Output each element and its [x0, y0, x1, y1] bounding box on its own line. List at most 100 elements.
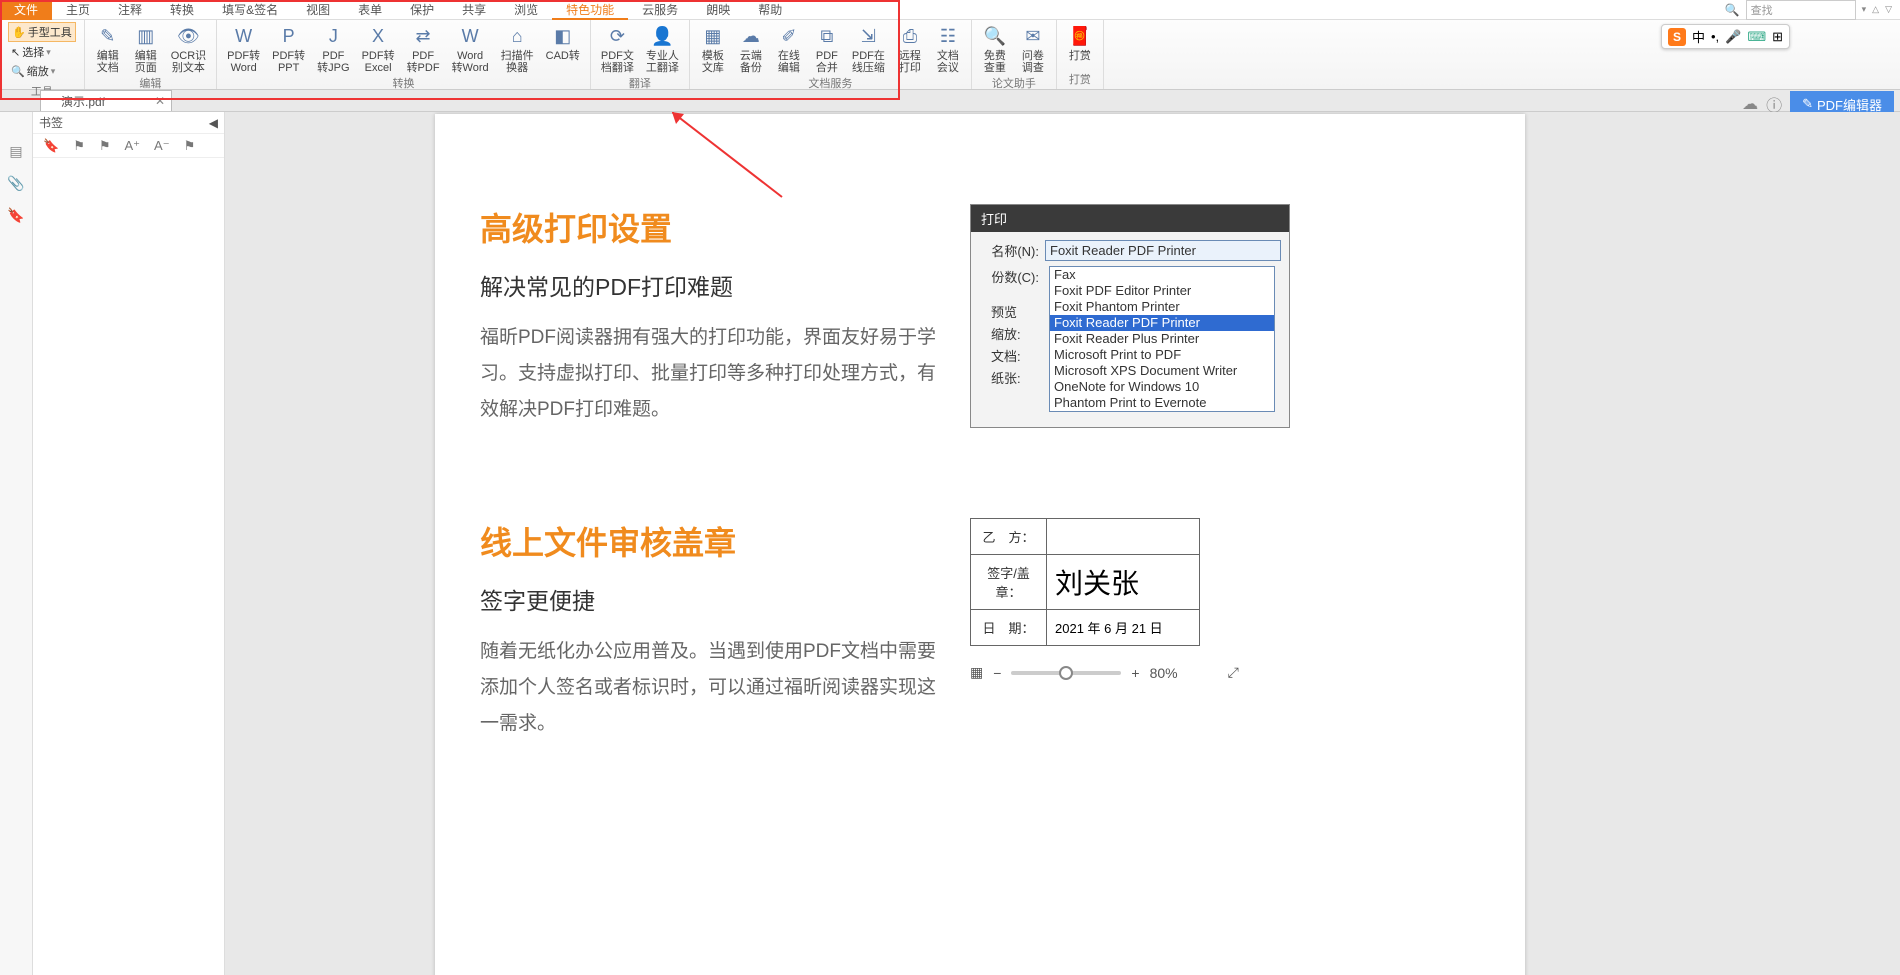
document-tab[interactable]: 演示.pdf ✕ — [40, 90, 172, 111]
zoom-tool[interactable]: 🔍缩放▾ — [8, 62, 76, 80]
ribbon-btn[interactable]: XPDF转 Excel — [356, 20, 401, 74]
search-input[interactable]: 查找 — [1746, 0, 1856, 20]
ime-lang[interactable]: 中 — [1692, 27, 1705, 46]
bm-textdown-icon[interactable]: A⁻ — [154, 138, 170, 154]
attachment-icon[interactable]: 📎 — [7, 174, 25, 192]
printer-option[interactable]: Fax — [1050, 267, 1274, 283]
ime-settings-icon[interactable]: ⊞ — [1772, 29, 1783, 45]
ribbon-btn[interactable]: ⇄PDF 转PDF — [401, 20, 446, 74]
printer-option[interactable]: Foxit Reader Plus Printer — [1050, 331, 1274, 347]
ribbon-btn[interactable]: ▥编辑 页面 — [127, 20, 165, 74]
print-dialog: 打印 名称(N): Foxit Reader PDF Printer 份数(C)… — [970, 204, 1290, 428]
printer-option[interactable]: Microsoft XPS Document Writer — [1050, 363, 1274, 379]
ribbon-btn[interactable]: ☷文档 会议 — [929, 20, 967, 74]
canvas[interactable]: 高级打印设置 解决常见的PDF打印难题 福昕PDF阅读器拥有强大的打印功能，界面… — [225, 112, 1900, 975]
ribbon-btn-icon: 👁 — [175, 23, 201, 49]
printer-dropdown-list[interactable]: FaxFoxit PDF Editor PrinterFoxit Phantom… — [1049, 266, 1275, 412]
bookmark-rail-icon[interactable]: 🔖 — [7, 206, 25, 224]
zoom-grid-icon[interactable]: ▦ — [970, 664, 983, 681]
ime-toolbar[interactable]: S 中 •, 🎤 ⌨ ⊞ — [1661, 24, 1790, 49]
hand-tool[interactable]: ✋手型工具 — [8, 22, 76, 42]
bookmarks-panel: 书签 ◀ 🔖 ⚑ ⚑ A⁺ A⁻ ⚑ — [33, 112, 225, 975]
ribbon-btn-label: 编辑 文档 — [97, 50, 119, 74]
ribbon-btn-label: 问卷 调查 — [1022, 50, 1044, 74]
printer-select[interactable]: Foxit Reader PDF Printer — [1045, 240, 1281, 261]
zoom-value: 80% — [1150, 665, 1178, 681]
ribbon-btn[interactable]: WWord 转Word — [446, 20, 495, 74]
ribbon-btn-label: Word 转Word — [452, 50, 489, 74]
ribbon-btn[interactable]: ⌂扫描件 换器 — [495, 20, 540, 74]
ribbon-btn[interactable]: ⎙远程 打印 — [891, 20, 929, 74]
sogou-icon: S — [1668, 28, 1686, 46]
group-label-paper: 论文助手 — [976, 74, 1052, 93]
bm-textup-icon[interactable]: A⁺ — [125, 138, 141, 154]
ribbon-btn-icon: ◧ — [550, 23, 576, 49]
bm-flag-icon[interactable]: ⚑ — [73, 138, 85, 154]
collapse-up-icon[interactable]: △ — [1872, 4, 1879, 15]
ribbon-btn[interactable]: ◧CAD转 — [540, 20, 586, 62]
ribbon-btn[interactable]: ✉问卷 调查 — [1014, 20, 1052, 74]
menu-file[interactable]: 文件 — [0, 0, 52, 20]
ribbon-btn[interactable]: ☁云端 备份 — [732, 20, 770, 74]
search-icon[interactable]: 🔍 — [1725, 3, 1740, 17]
ime-kbd-icon[interactable]: ⌨ — [1747, 29, 1766, 45]
menu-fill[interactable]: 填写&签名 — [208, 0, 292, 20]
ribbon-btn[interactable]: JPDF 转JPG — [311, 20, 355, 74]
ribbon-btn[interactable]: ✎编辑 文档 — [89, 20, 127, 74]
thumbnail-icon[interactable]: ▤ — [7, 142, 25, 160]
printer-option[interactable]: Microsoft Print to PDF — [1050, 347, 1274, 363]
ribbon-btn[interactable]: ⧉PDF 合并 — [808, 20, 846, 74]
printer-option[interactable]: Foxit Phantom Printer — [1050, 299, 1274, 315]
ribbon-group-translate: ⟳PDF文 档翻译👤专业人 工翻译 翻译 — [591, 20, 690, 89]
zoom-minus[interactable]: − — [993, 665, 1001, 681]
menu-browse[interactable]: 浏览 — [500, 0, 552, 20]
ime-punct-icon[interactable]: •, — [1711, 29, 1719, 44]
bm-more-icon[interactable]: ⚑ — [184, 138, 196, 154]
bookmarks-collapse-icon[interactable]: ◀ — [209, 116, 218, 130]
menu-share[interactable]: 共享 — [448, 0, 500, 20]
menu-protect[interactable]: 保护 — [396, 0, 448, 20]
pdf-editor-label: PDF编辑器 — [1817, 95, 1882, 114]
bm-flag2-icon[interactable]: ⚑ — [99, 138, 111, 154]
ribbon-btn[interactable]: ⟳PDF文 档翻译 — [595, 20, 640, 74]
tab-close-icon[interactable]: ✕ — [155, 94, 165, 108]
menu-help[interactable]: 帮助 — [744, 0, 796, 20]
printer-option[interactable]: Foxit Reader PDF Printer — [1050, 315, 1274, 331]
ribbon-btn[interactable]: ▦模板 文库 — [694, 20, 732, 74]
select-label: 选择 — [22, 44, 44, 60]
cloud-icon[interactable]: ☁ — [1742, 94, 1758, 114]
zoom-expand-icon[interactable]: ⤢ — [1228, 664, 1239, 681]
printer-option[interactable]: Phantom Print to Evernote — [1050, 395, 1274, 411]
zoom-bar: ▦ − + 80% ⤢ — [970, 664, 1239, 681]
menu-caret-icon[interactable]: ▾ — [1862, 4, 1867, 15]
ribbon-group-tools: ✋手型工具 ↖选择▾ 🔍缩放▾ 工具 — [0, 20, 85, 89]
ribbon-btn[interactable]: WPDF转 Word — [221, 20, 266, 74]
menu-read[interactable]: 朗映 — [692, 0, 744, 20]
menu-annot[interactable]: 注释 — [104, 0, 156, 20]
bm-add-icon[interactable]: 🔖 — [43, 138, 59, 154]
menu-form[interactable]: 表单 — [344, 0, 396, 20]
printer-option[interactable]: OneNote for Windows 10 — [1050, 379, 1274, 395]
ribbon-btn-icon: W — [231, 23, 257, 49]
menu-home[interactable]: 主页 — [52, 0, 104, 20]
ribbon-btn[interactable]: 👁OCR识 别文本 — [165, 20, 212, 74]
ribbon-btn[interactable]: PPDF转 PPT — [266, 20, 311, 74]
menu-feature[interactable]: 特色功能 — [552, 0, 628, 20]
ribbon-btn[interactable]: ⇲PDF在 线压缩 — [846, 20, 891, 74]
menu-convert[interactable]: 转换 — [156, 0, 208, 20]
ribbon-btn[interactable]: ✐在线 编辑 — [770, 20, 808, 74]
ribbon-btn[interactable]: 🧧打赏 — [1061, 20, 1099, 62]
ribbon-btn[interactable]: 🔍免费 查重 — [976, 20, 1014, 74]
menu-view[interactable]: 视图 — [292, 0, 344, 20]
collapse-down-icon[interactable]: ▽ — [1885, 4, 1892, 15]
ribbon-btn-icon: ⎙ — [897, 23, 923, 49]
ime-mic-icon[interactable]: 🎤 — [1725, 29, 1741, 45]
tab-strip: 演示.pdf ✕ — [0, 90, 1900, 112]
ribbon-btn-icon: ✉ — [1020, 23, 1046, 49]
section1-body: 福昕PDF阅读器拥有强大的打印功能，界面友好易于学习。支持虚拟打印、批量打印等多… — [480, 320, 940, 428]
menu-cloud[interactable]: 云服务 — [628, 0, 692, 20]
ribbon-btn[interactable]: 👤专业人 工翻译 — [640, 20, 685, 74]
printer-option[interactable]: Foxit PDF Editor Printer — [1050, 283, 1274, 299]
select-tool[interactable]: ↖选择▾ — [8, 43, 76, 61]
zoom-slider[interactable] — [1011, 671, 1121, 675]
